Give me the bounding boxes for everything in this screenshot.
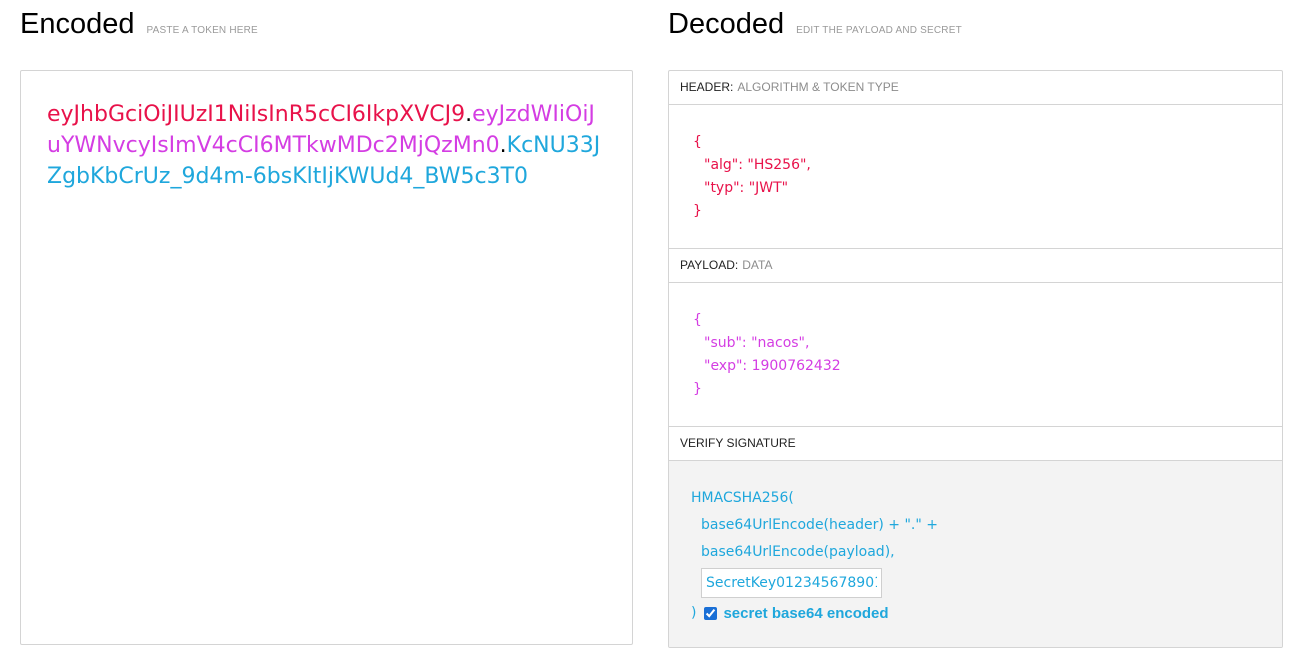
hmac-payload-line: base64UrlEncode(payload), <box>701 544 895 560</box>
verify-section-label: VERIFY SIGNATURE <box>680 436 796 450</box>
hmac-close-line: ) secret base64 encoded <box>691 600 1282 627</box>
secret-key-input[interactable] <box>701 568 882 598</box>
json-line: { <box>693 134 702 150</box>
payload-json-editor[interactable]: { "sub": "nacos", "exp": 1900762432 } <box>669 283 1282 427</box>
json-line: "exp": 1900762432 <box>704 358 841 374</box>
encoded-heading-group: Encoded PASTE A TOKEN HERE <box>20 8 258 41</box>
encoded-hint: PASTE A TOKEN HERE <box>146 25 258 36</box>
hmac-function-open: HMACSHA256( <box>691 490 794 506</box>
decoded-hint: EDIT THE PAYLOAD AND SECRET <box>796 25 962 36</box>
json-line: "alg": "HS256", <box>704 157 811 173</box>
payload-section-sublabel: DATA <box>742 258 773 272</box>
verify-signature-body: HMACSHA256( base64UrlEncode(header) + ".… <box>669 461 1282 647</box>
payload-section-label: PAYLOAD: <box>680 258 739 272</box>
token-dot: . <box>499 133 507 158</box>
json-line: } <box>693 381 702 397</box>
header-section-sublabel: ALGORITHM & TOKEN TYPE <box>737 80 899 94</box>
header-section-title: HEADER: ALGORITHM & TOKEN TYPE <box>669 71 1282 105</box>
hmac-close-paren: ) <box>691 605 697 621</box>
verify-section-title: VERIFY SIGNATURE <box>669 427 1282 461</box>
json-line: "typ": "JWT" <box>704 180 789 196</box>
header-section-label: HEADER: <box>680 80 734 94</box>
payload-section-title: PAYLOAD: DATA <box>669 249 1282 283</box>
token-header-part: eyJhbGciOiJIUzI1NiIsInR5cCI6IkpXVCJ9 <box>47 102 466 127</box>
secret-base64-checkbox[interactable] <box>704 607 718 620</box>
json-line: { <box>693 312 702 328</box>
header-json-editor[interactable]: { "alg": "HS256", "typ": "JWT" } <box>669 105 1282 249</box>
json-line: } <box>693 203 702 219</box>
secret-base64-label[interactable]: secret base64 encoded <box>723 600 888 627</box>
encoded-title: Encoded <box>20 8 135 40</box>
json-line: "sub": "nacos", <box>704 335 810 351</box>
decoded-heading-group: Decoded EDIT THE PAYLOAD AND SECRET <box>668 8 962 41</box>
hmac-header-line: base64UrlEncode(header) + "." + <box>701 517 938 533</box>
decoded-title: Decoded <box>668 8 785 40</box>
decoded-panel: HEADER: ALGORITHM & TOKEN TYPE { "alg": "… <box>668 70 1283 648</box>
encoded-token-editor[interactable]: eyJhbGciOiJIUzI1NiIsInR5cCI6IkpXVCJ9.eyJ… <box>20 70 633 645</box>
